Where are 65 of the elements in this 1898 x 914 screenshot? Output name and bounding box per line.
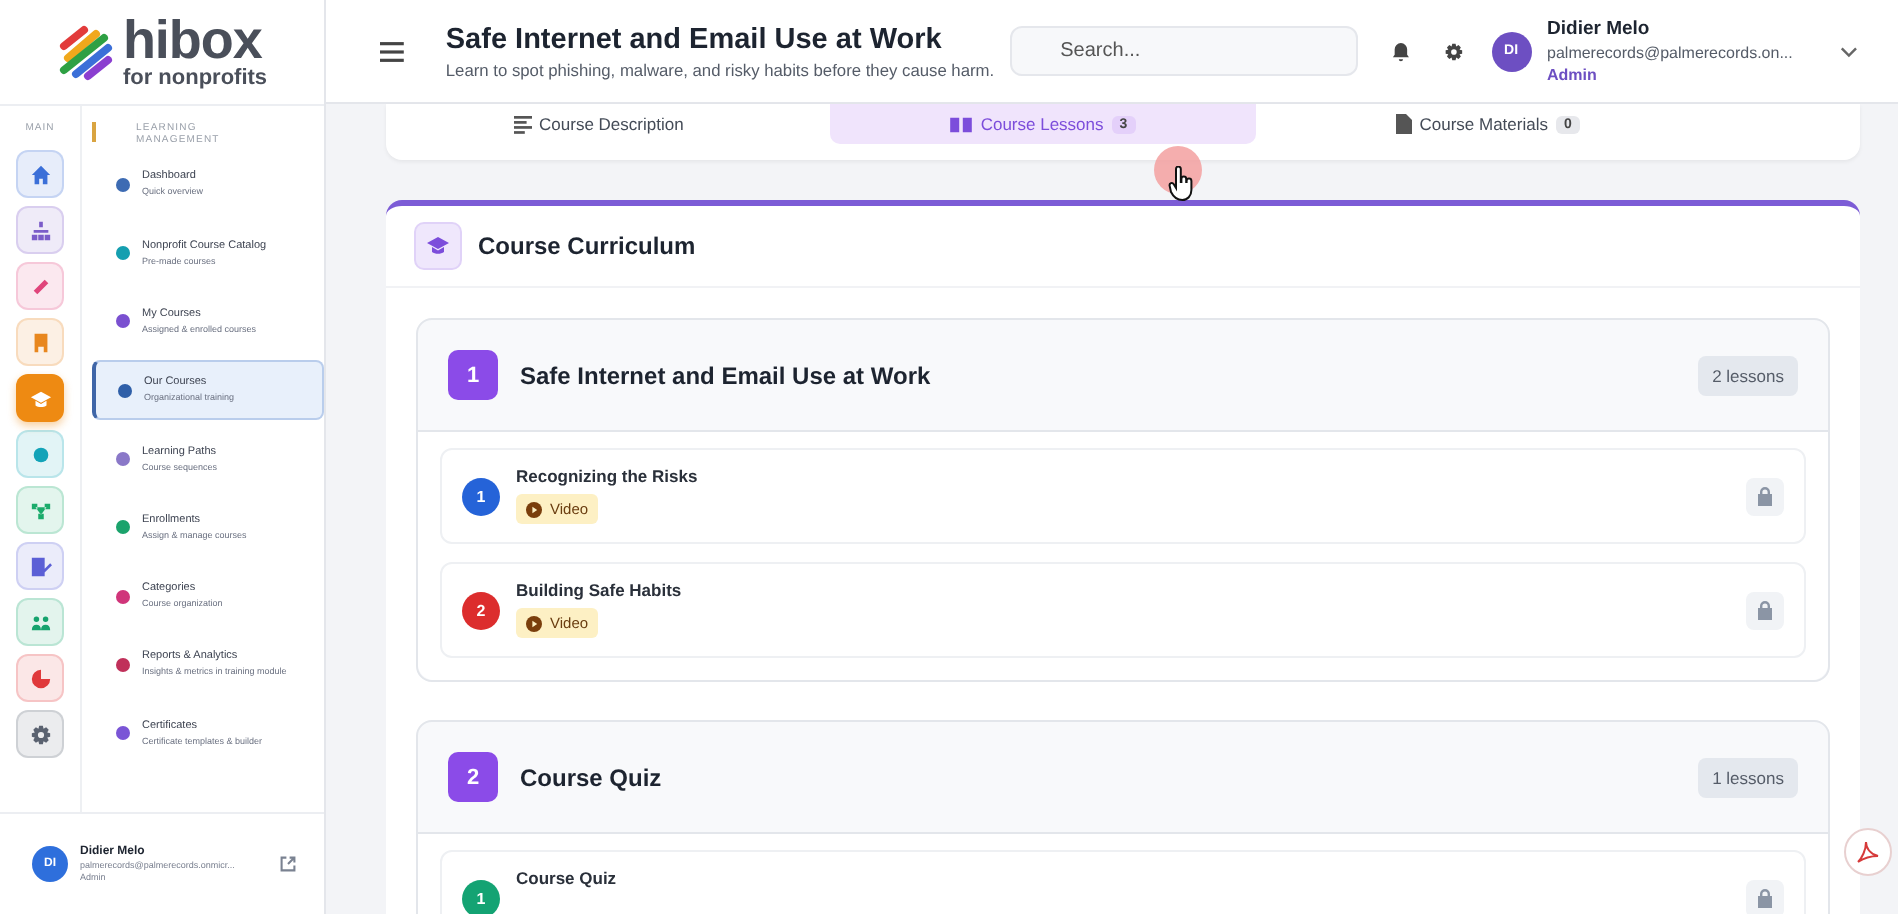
section-heading: Course Curriculum bbox=[478, 232, 696, 260]
module-title: Safe Internet and Email Use at Work bbox=[520, 361, 933, 389]
menu-icon[interactable] bbox=[380, 41, 404, 61]
logo-stripes-icon bbox=[56, 22, 117, 82]
home-icon bbox=[29, 163, 51, 185]
book-icon bbox=[950, 115, 973, 133]
user-role: Admin bbox=[1547, 66, 1599, 84]
rail-nav-button[interactable] bbox=[16, 206, 64, 254]
lesson-number-badge: 2 bbox=[462, 592, 500, 630]
bookmark-icon bbox=[29, 331, 51, 353]
module-number-badge: 1 bbox=[448, 350, 498, 400]
lock-button[interactable] bbox=[1746, 591, 1784, 629]
lesson-title: Course Quiz bbox=[516, 868, 617, 888]
text-lines-icon bbox=[513, 115, 532, 133]
module-number-badge: 2 bbox=[448, 752, 498, 802]
lesson-row[interactable]: 1 Course Quiz bbox=[440, 850, 1806, 914]
lock-icon bbox=[1756, 888, 1774, 908]
lock-icon bbox=[1756, 486, 1774, 506]
rail-nav-button[interactable] bbox=[16, 150, 64, 198]
settings-icon[interactable] bbox=[1443, 41, 1464, 61]
lesson-number-badge: 1 bbox=[462, 880, 500, 914]
lock-button[interactable] bbox=[1746, 477, 1784, 515]
lesson-title: Recognizing the Risks bbox=[516, 466, 698, 486]
lock-icon bbox=[1756, 600, 1774, 620]
graduation-cap-icon bbox=[29, 387, 51, 409]
edit-document-icon bbox=[29, 555, 51, 577]
settings-icon bbox=[29, 723, 51, 745]
graduation-cap-icon bbox=[426, 236, 450, 256]
rail-nav-button[interactable] bbox=[16, 710, 64, 758]
bell-icon[interactable] bbox=[1391, 41, 1410, 61]
play-icon bbox=[526, 501, 542, 517]
document-icon bbox=[1395, 114, 1412, 134]
lesson-number-badge: 1 bbox=[462, 478, 500, 516]
network-icon bbox=[29, 499, 51, 521]
pdf-button[interactable] bbox=[1844, 828, 1892, 876]
lesson-title: Building Safe Habits bbox=[516, 580, 682, 600]
search-field[interactable]: Search... bbox=[1010, 26, 1358, 76]
logo-wordmark: hibox bbox=[122, 14, 262, 68]
chevron-down-icon[interactable] bbox=[1840, 45, 1858, 57]
circle-icon bbox=[29, 443, 51, 465]
play-icon bbox=[526, 615, 542, 631]
page-subtitle: Learn to spot phishing, malware, and risky habits before they cause harm. bbox=[445, 59, 997, 79]
page-title: Safe Internet and Email Use at Work bbox=[445, 23, 944, 55]
hierarchy-icon bbox=[29, 219, 51, 241]
user-name: Didier Melo bbox=[1547, 18, 1652, 40]
lock-button[interactable] bbox=[1746, 879, 1784, 914]
pdf-icon bbox=[1854, 838, 1882, 866]
tab[interactable]: Course Description bbox=[386, 104, 811, 144]
pie-chart-icon bbox=[29, 667, 51, 689]
rail-nav-button[interactable] bbox=[16, 430, 64, 478]
user-email: palmerecords@palmerecords.on... bbox=[1547, 44, 1795, 62]
module-title: Course Quiz bbox=[520, 763, 664, 791]
lesson-count-badge: 2 lessons bbox=[1698, 355, 1798, 395]
rail-nav-button[interactable] bbox=[16, 598, 64, 646]
rail-nav-button[interactable] bbox=[16, 654, 64, 702]
people-icon bbox=[29, 611, 51, 633]
logo-tagline: for nonprofits bbox=[122, 68, 268, 90]
lesson-count-badge: 1 lessons bbox=[1698, 757, 1798, 797]
rail-nav-button[interactable] bbox=[16, 486, 64, 534]
external-link-icon[interactable] bbox=[280, 856, 296, 872]
rail-nav-button[interactable] bbox=[16, 262, 64, 310]
rail-nav-button[interactable] bbox=[16, 374, 64, 422]
rail-nav-button[interactable] bbox=[16, 318, 64, 366]
pencil-icon bbox=[29, 275, 51, 297]
rail-nav-button[interactable] bbox=[16, 542, 64, 590]
